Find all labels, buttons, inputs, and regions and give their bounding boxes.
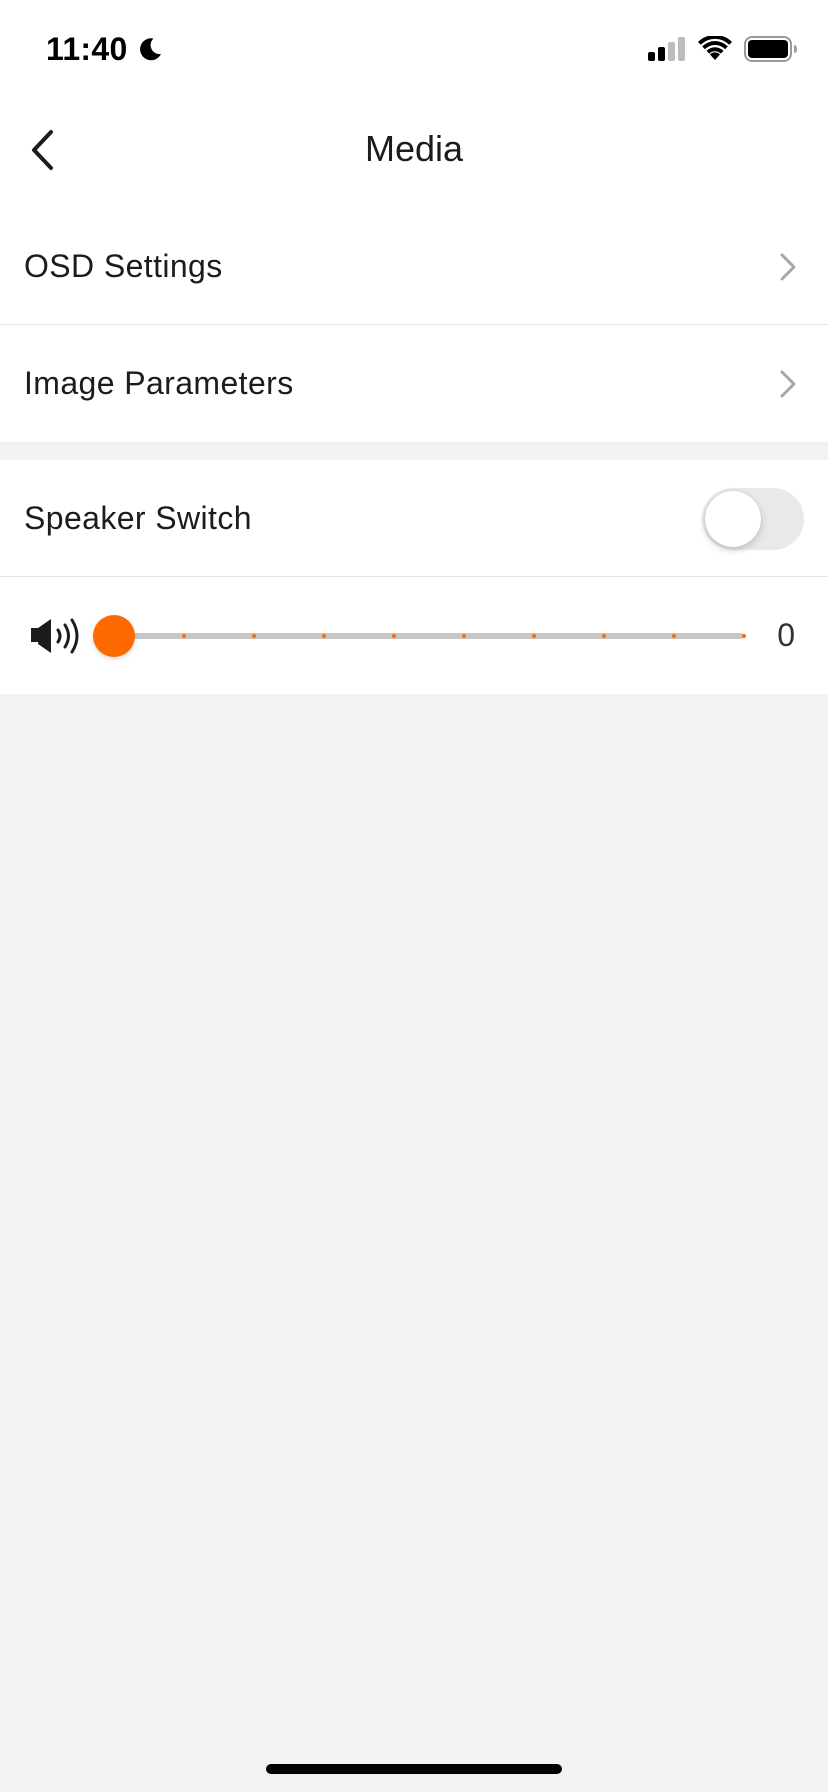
speaker-switch-label: Speaker Switch (24, 500, 252, 536)
slider-thumb[interactable] (93, 615, 135, 657)
slider-tick (182, 634, 186, 638)
cellular-signal-icon (648, 37, 685, 61)
status-indicators (648, 36, 798, 62)
image-parameters-label: Image Parameters (24, 365, 294, 401)
navigation-bar: Media (0, 100, 828, 208)
battery-icon (744, 36, 797, 62)
slider-tick (462, 634, 466, 638)
slider-tick (532, 634, 536, 638)
home-indicator (266, 1764, 562, 1774)
slider-tick (602, 634, 606, 638)
osd-settings-row[interactable]: OSD Settings (0, 208, 828, 325)
menu-group: OSD Settings Image Parameters (0, 208, 828, 442)
status-time: 11:40 (46, 30, 128, 67)
slider-tick (742, 634, 746, 638)
slider-tick (672, 634, 676, 638)
slider-tick (392, 634, 396, 638)
wifi-icon (698, 36, 732, 60)
speaker-switch-row: Speaker Switch (0, 460, 828, 577)
moon-icon (139, 38, 161, 61)
chevron-right-icon (780, 370, 796, 397)
speaker-group: Speaker Switch 0 (0, 460, 828, 694)
osd-settings-label: OSD Settings (24, 248, 223, 284)
image-parameters-row[interactable]: Image Parameters (0, 325, 828, 442)
page-title: Media (364, 128, 464, 169)
speaker-switch-toggle[interactable] (702, 487, 804, 550)
status-bar: 11:40 (0, 0, 828, 100)
status-time-group: 11:40 (46, 28, 164, 70)
volume-value: 0 (777, 617, 795, 653)
slider-tick (252, 634, 256, 638)
slider-track (114, 633, 744, 639)
toggle-knob (705, 490, 761, 547)
volume-slider[interactable] (93, 615, 746, 657)
chevron-right-icon (780, 253, 796, 280)
speaker-volume-icon (31, 618, 79, 654)
slider-tick (322, 634, 326, 638)
volume-row: 0 (0, 577, 828, 694)
